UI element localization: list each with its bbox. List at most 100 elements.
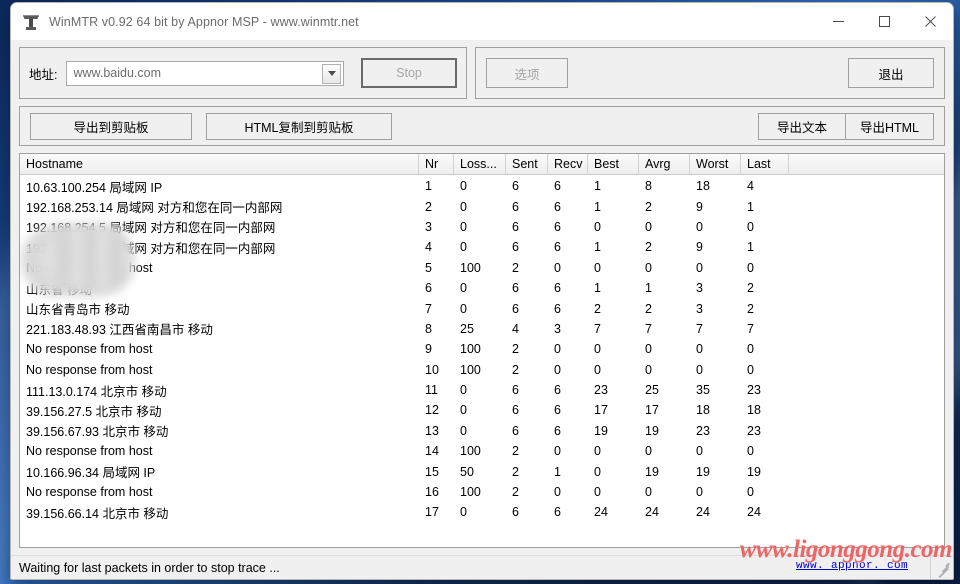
cell-sent: 6	[512, 240, 519, 255]
cell-last: 7	[747, 321, 754, 336]
cell-worst: 19	[696, 464, 710, 479]
cell-recv: 6	[554, 199, 561, 214]
chevron-down-icon[interactable]	[322, 63, 341, 84]
table-row[interactable]: 39.156.66.14 北京市 移动 17 0 6 6 24 24 24 24	[20, 502, 944, 522]
column-header-worst[interactable]: Worst	[690, 154, 741, 175]
table-row[interactable]: 192.168.254.5 局域网 对方和您在同一内部网 3 0 6 6 0 0 0 0	[20, 217, 944, 237]
column-header-last[interactable]: Last	[741, 154, 789, 175]
cell-last: 19	[747, 464, 761, 479]
cell-best: 24	[594, 505, 608, 520]
cell-loss: 0	[460, 423, 467, 438]
table-row[interactable]: No response from host 9 100 2 0 0 0 0 0	[20, 339, 944, 359]
cell-avrg: 17	[645, 403, 659, 418]
cell-best: 0	[594, 444, 601, 459]
cell-loss: 50	[460, 464, 474, 479]
export-text-button[interactable]: 导出文本	[758, 112, 846, 140]
cell-sent: 2	[512, 362, 519, 377]
cell-hostname: 221.183.48.93 江西省南昌市 移动	[26, 323, 213, 338]
resize-grip-icon[interactable]	[935, 562, 950, 579]
cell-loss: 25	[460, 321, 474, 336]
cell-loss: 0	[460, 179, 467, 194]
cell-sent: 6	[512, 199, 519, 214]
cell-hostname: 192.168.254.1 局域网 对方和您在同一内部网	[26, 241, 276, 256]
address-value: www.baidu.com	[73, 66, 162, 80]
table-row[interactable]: 山东省青岛市 移动 7 0 6 6 2 2 3 2	[20, 298, 944, 318]
options-group: 选项 退出	[475, 47, 945, 99]
table-row[interactable]: No response from host 10 100 2 0 0 0 0 0	[20, 360, 944, 380]
column-header-sent[interactable]: Sent	[506, 154, 548, 175]
cell-loss: 0	[460, 505, 467, 520]
table-row[interactable]: No response from host 14 100 2 0 0 0 0 0	[20, 441, 944, 461]
cell-best: 0	[594, 260, 601, 275]
cell-best: 0	[594, 485, 601, 500]
stop-button[interactable]: Stop	[361, 58, 457, 88]
copy-html-to-clipboard-button[interactable]: HTML复制到剪贴板	[206, 112, 392, 140]
table-row[interactable]: No response from host 5 100 2 0 0 0 0 0	[20, 258, 944, 278]
cell-nr: 2	[425, 199, 432, 214]
cell-avrg: 0	[645, 342, 652, 357]
table-row[interactable]: 192.168.253.14 局域网 对方和您在同一内部网 2 0 6 6 1 2 9 1	[20, 196, 944, 216]
cell-last: 4	[747, 179, 754, 194]
table-row[interactable]: 221.183.48.93 江西省南昌市 移动 8 25 4 3 7 7 7 7	[20, 319, 944, 339]
table-row[interactable]: No response from host 16 100 2 0 0 0 0 0	[20, 482, 944, 502]
table-row[interactable]: 山东省 移动 6 0 6 6 1 1 3 2	[20, 278, 944, 298]
cell-worst: 3	[696, 281, 703, 296]
address-input[interactable]: www.baidu.com	[66, 60, 344, 86]
minimize-icon[interactable]	[815, 3, 861, 40]
cell-loss: 100	[460, 260, 481, 275]
cell-last: 24	[747, 505, 761, 520]
export-html-button[interactable]: 导出HTML	[846, 112, 934, 140]
cell-recv: 0	[554, 260, 561, 275]
options-button[interactable]: 选项	[486, 58, 568, 88]
trace-table: Hostname Nr Loss... Sent Recv Best Avrg …	[19, 153, 945, 548]
column-header-hostname[interactable]: Hostname	[20, 154, 419, 175]
cell-avrg: 0	[645, 485, 652, 500]
cell-loss: 0	[460, 281, 467, 296]
cell-hostname: 39.156.27.5 北京市 移动	[26, 404, 162, 419]
cell-loss: 100	[460, 485, 481, 500]
copy-text-to-clipboard-button[interactable]: 导出到剪贴板	[30, 112, 192, 140]
cell-nr: 3	[425, 219, 432, 234]
column-header-best[interactable]: Best	[588, 154, 639, 175]
table-row[interactable]: 39.156.67.93 北京市 移动 13 0 6 6 19 19 23 23	[20, 421, 944, 441]
column-header-loss[interactable]: Loss...	[454, 154, 506, 175]
maximize-icon[interactable]	[861, 3, 907, 40]
cell-nr: 14	[425, 444, 439, 459]
table-row[interactable]: 10.166.96.34 局域网 IP 15 50 2 1 0 19 19 19	[20, 461, 944, 481]
cell-last: 0	[747, 362, 754, 377]
column-header-recv[interactable]: Recv	[548, 154, 588, 175]
cell-hostname: 10.166.96.34 局域网 IP	[26, 466, 156, 481]
cell-recv: 3	[554, 321, 561, 336]
column-header-nr[interactable]: Nr	[419, 154, 454, 175]
cell-loss: 0	[460, 403, 467, 418]
table-row[interactable]: 192.168.254.1 局域网 对方和您在同一内部网 4 0 6 6 1 2 9 1	[20, 237, 944, 257]
client-area: 地址: www.baidu.com Stop 选项 退出 导出到剪贴板 HTML…	[11, 40, 953, 555]
cell-avrg: 2	[645, 240, 652, 255]
cell-last: 23	[747, 423, 761, 438]
cell-nr: 7	[425, 301, 432, 316]
column-header-filler	[789, 154, 944, 175]
table-body: 10.63.100.254 局域网 IP 1 0 6 6 1 8 18 4 192.168.253…	[20, 175, 944, 547]
column-header-avrg[interactable]: Avrg	[639, 154, 690, 175]
appnor-link[interactable]: www. appnor. com	[796, 560, 908, 572]
table-row[interactable]: 111.13.0.174 北京市 移动 11 0 6 6 23 25 35 23	[20, 380, 944, 400]
cell-nr: 17	[425, 505, 439, 520]
cell-worst: 9	[696, 199, 703, 214]
cell-worst: 24	[696, 505, 710, 520]
close-icon[interactable]	[907, 3, 953, 40]
table-row[interactable]: 10.63.100.254 局域网 IP 1 0 6 6 1 8 18 4	[20, 176, 944, 196]
cell-best: 23	[594, 383, 608, 398]
cell-hostname: No response from host	[26, 444, 153, 459]
cell-worst: 23	[696, 423, 710, 438]
cell-loss: 0	[460, 383, 467, 398]
title-bar[interactable]: WinMTR v0.92 64 bit by Appnor MSP - www.…	[11, 3, 953, 40]
cell-best: 0	[594, 342, 601, 357]
cell-sent: 6	[512, 403, 519, 418]
table-header: Hostname Nr Loss... Sent Recv Best Avrg …	[20, 154, 944, 175]
quit-button[interactable]: 退出	[848, 58, 934, 88]
table-row[interactable]: 39.156.27.5 北京市 移动 12 0 6 6 17 17 18 18	[20, 400, 944, 420]
cell-avrg: 2	[645, 199, 652, 214]
cell-best: 1	[594, 179, 601, 194]
cell-sent: 2	[512, 342, 519, 357]
cell-nr: 1	[425, 179, 432, 194]
